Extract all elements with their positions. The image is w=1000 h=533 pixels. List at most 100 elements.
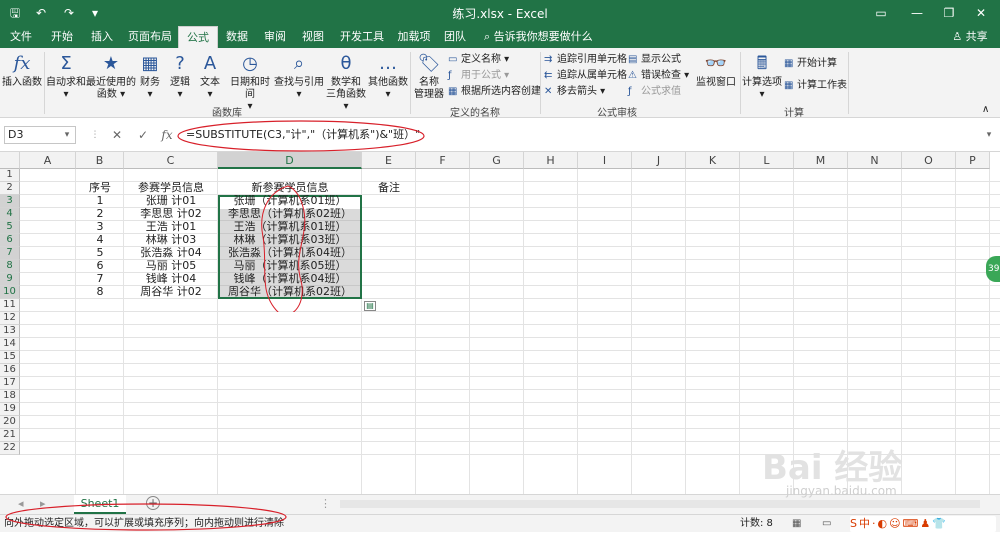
evaluate-formula-button[interactable]: ƒ 公式求值 [628, 84, 681, 100]
tab-developer[interactable]: 开发工具 [336, 26, 388, 48]
row-header-13[interactable]: 13 [0, 325, 20, 338]
tab-home[interactable]: 开始 [44, 26, 80, 48]
tab-insert[interactable]: 插入 [84, 26, 120, 48]
normal-view-icon[interactable]: ▦ [792, 515, 801, 532]
cell-participant-info[interactable]: 林琳 计03 [124, 234, 218, 247]
row-header-8[interactable]: 8 [0, 260, 20, 273]
restore-icon[interactable]: ❐ [936, 3, 962, 23]
row-header-4[interactable]: 4 [0, 208, 20, 221]
column-header-k[interactable]: K [686, 152, 740, 169]
cell-seq[interactable]: 4 [76, 234, 124, 247]
column-header-o[interactable]: O [902, 152, 956, 169]
column-header-j[interactable]: J [632, 152, 686, 169]
row-header-11[interactable]: 11 [0, 299, 20, 312]
row-header-9[interactable]: 9 [0, 273, 20, 286]
row-header-7[interactable]: 7 [0, 247, 20, 260]
share-button[interactable]: ♙ 共享 [944, 26, 996, 48]
show-formulas-button[interactable]: ▤ 显示公式 [628, 52, 681, 68]
cell-participant-info[interactable]: 张浩淼 计04 [124, 247, 218, 260]
row-header-19[interactable]: 19 [0, 403, 20, 416]
define-name-button[interactable]: ▭ 定义名称 ▾ [448, 52, 509, 68]
autosum-button[interactable]: Σ 自动求和 ▾ [46, 50, 86, 102]
side-badge[interactable]: 39 [986, 256, 1000, 282]
cell-seq[interactable]: 7 [76, 273, 124, 286]
namebox-dropdown-icon[interactable]: ▾ [58, 126, 76, 144]
row-header-18[interactable]: 18 [0, 390, 20, 403]
column-header-f[interactable]: F [416, 152, 470, 169]
tab-team[interactable]: 团队 [440, 26, 470, 48]
cell-seq[interactable]: 6 [76, 260, 124, 273]
watch-window-button[interactable]: 👓 监视窗口 [694, 50, 738, 102]
lookup-reference-button[interactable]: ⌕ 查找与引用 ▾ [274, 50, 324, 102]
cell-participant-info[interactable]: 张珊 计01 [124, 195, 218, 208]
math-trig-button[interactable]: θ 数学和 三角函数 ▾ [324, 50, 368, 112]
header-seq[interactable]: 序号 [76, 182, 124, 195]
cell-participant-info[interactable]: 马丽 计05 [124, 260, 218, 273]
row-header-5[interactable]: 5 [0, 221, 20, 234]
header-participant-info[interactable]: 参赛学员信息 [124, 182, 218, 195]
horizontal-scrollbar[interactable] [340, 500, 980, 508]
ribbon-display-icon[interactable]: ▭ [868, 3, 894, 23]
tab-file[interactable]: 文件 [4, 26, 38, 48]
minimize-icon[interactable]: — [904, 3, 930, 23]
tell-me-search[interactable]: ⌕ 告诉我你想要做什么 [484, 26, 594, 48]
page-layout-view-icon[interactable]: ▭ [822, 515, 831, 532]
row-header-16[interactable]: 16 [0, 364, 20, 377]
tab-addins[interactable]: 加载项 [394, 26, 434, 48]
cell-seq[interactable]: 1 [76, 195, 124, 208]
trace-precedents-button[interactable]: ⇉ 追踪引用单元格 [544, 52, 627, 68]
error-checking-button[interactable]: ⚠ 错误检查 ▾ [628, 68, 689, 84]
row-header-22[interactable]: 22 [0, 442, 20, 455]
column-header-h[interactable]: H [524, 152, 578, 169]
select-all-corner[interactable] [0, 152, 20, 169]
remove-arrows-button[interactable]: ✕ 移去箭头 ▾ [544, 84, 605, 100]
cell-participant-info[interactable]: 周谷华 计02 [124, 286, 218, 299]
tab-data[interactable]: 数据 [222, 26, 252, 48]
trace-dependents-button[interactable]: ⇇ 追踪从属单元格 [544, 68, 627, 84]
cancel-button[interactable]: ✕ [108, 126, 126, 144]
column-header-b[interactable]: B [76, 152, 124, 169]
use-in-formula-button[interactable]: ƒ 用于公式 ▾ [448, 68, 509, 84]
logical-button[interactable]: ? 逻辑 ▾ [166, 50, 194, 102]
column-header-l[interactable]: L [740, 152, 794, 169]
row-header-20[interactable]: 20 [0, 416, 20, 429]
ime-toolbar[interactable]: S中·◐☺⌨♟👕 [850, 516, 996, 532]
cell-participant-info[interactable]: 钱峰 计04 [124, 273, 218, 286]
column-header-e[interactable]: E [362, 152, 416, 169]
cell-seq[interactable]: 8 [76, 286, 124, 299]
expand-formula-icon[interactable]: ▾ [980, 126, 998, 144]
row-header-3[interactable]: 3 [0, 195, 20, 208]
calculate-now-button[interactable]: ▦ 开始计算 [784, 56, 837, 72]
column-header-a[interactable]: A [20, 152, 76, 169]
column-header-i[interactable]: I [578, 152, 632, 169]
tab-split-icon[interactable]: ⋮ [320, 497, 331, 510]
row-header-14[interactable]: 14 [0, 338, 20, 351]
quick-analysis-icon[interactable]: ▤ [364, 301, 376, 311]
insert-function-fx-button[interactable]: fx [158, 126, 176, 144]
date-time-button[interactable]: ◷ 日期和时间 ▾ [226, 50, 274, 112]
column-header-d[interactable]: D [218, 152, 362, 169]
more-functions-button[interactable]: … 其他函数 ▾ [368, 50, 408, 102]
row-header-15[interactable]: 15 [0, 351, 20, 364]
column-header-c[interactable]: C [124, 152, 218, 169]
column-header-p[interactable]: P [956, 152, 990, 169]
row-header-12[interactable]: 12 [0, 312, 20, 325]
cell-participant-info[interactable]: 李思思 计02 [124, 208, 218, 221]
tab-formulas[interactable]: 公式 [178, 26, 218, 48]
cell-seq[interactable]: 2 [76, 208, 124, 221]
create-from-selection-button[interactable]: ▦ 根据所选内容创建 [448, 84, 541, 100]
tab-page-layout[interactable]: 页面布局 [124, 26, 176, 48]
header-note[interactable]: 备注 [362, 182, 416, 195]
cell-seq[interactable]: 5 [76, 247, 124, 260]
financial-button[interactable]: ▦ 财务 ▾ [136, 50, 164, 102]
text-button[interactable]: A 文本 ▾ [196, 50, 224, 102]
tab-review[interactable]: 审阅 [260, 26, 290, 48]
name-manager-button[interactable]: 🏷 名称 管理器 [412, 50, 446, 102]
row-header-21[interactable]: 21 [0, 429, 20, 442]
row-header-10[interactable]: 10 [0, 286, 20, 299]
calculation-options-button[interactable]: 🖩 计算选项 ▾ [742, 50, 782, 102]
calculate-sheet-button[interactable]: ▦ 计算工作表 [784, 78, 847, 94]
insert-function-button[interactable]: fx 插入函数 [2, 50, 42, 102]
collapse-ribbon-icon[interactable]: ∧ [982, 104, 989, 115]
row-header-17[interactable]: 17 [0, 377, 20, 390]
